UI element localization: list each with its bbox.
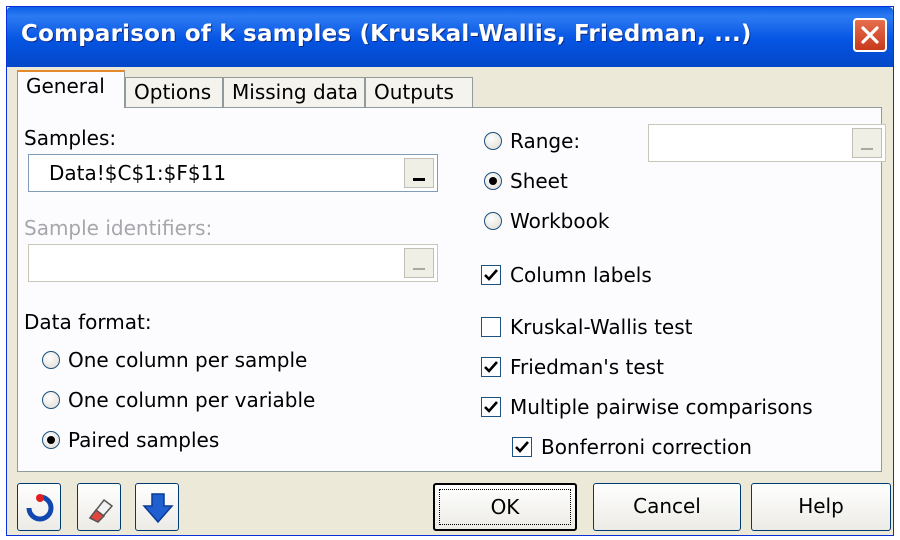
cancel-label: Cancel	[633, 494, 701, 518]
radio-one-column-per-variable[interactable]	[42, 391, 60, 409]
cancel-button[interactable]: Cancel	[593, 483, 741, 531]
eraser-icon	[88, 498, 114, 523]
checkmark-icon	[484, 269, 498, 281]
radio-workbook[interactable]	[484, 212, 502, 230]
checkmark-icon	[484, 361, 498, 373]
checkmark-icon	[484, 401, 498, 413]
checkbox-column-labels[interactable]	[481, 265, 501, 285]
clear-button[interactable]	[77, 483, 121, 531]
tab-outputs[interactable]: Outputs	[365, 77, 473, 107]
option-workbook: Workbook	[510, 209, 610, 233]
radio-one-column-per-sample[interactable]	[42, 351, 60, 369]
checkbox-friedman[interactable]	[481, 357, 501, 377]
collapse-button[interactable]	[135, 483, 179, 531]
ok-button[interactable]: OK	[433, 483, 577, 531]
tab-missing-data-label: Missing data	[232, 80, 358, 104]
dialog-window: Comparison of k samples (Kruskal-Wallis,…	[6, 6, 894, 536]
checkmark-icon	[515, 441, 529, 453]
multiple-pairwise-label: Multiple pairwise comparisons	[510, 395, 813, 419]
friedman-label: Friedman's test	[510, 355, 664, 379]
general-panel: Samples: Data!$C$1:$F$11 Sample identifi…	[17, 107, 886, 472]
title-bar[interactable]: Comparison of k samples (Kruskal-Wallis,…	[7, 7, 893, 67]
kruskal-wallis-label: Kruskal-Wallis test	[510, 315, 693, 339]
arrow-down-icon	[142, 493, 174, 524]
option-range: Range:	[510, 129, 581, 153]
tab-outputs-label: Outputs	[374, 80, 454, 104]
window-title: Comparison of k samples (Kruskal-Wallis,…	[21, 21, 752, 47]
samples-value: Data!$C$1:$F$11	[49, 161, 227, 185]
radio-paired-samples[interactable]	[42, 431, 60, 449]
sample-identifiers-select-button[interactable]	[404, 248, 434, 278]
close-button[interactable]	[853, 18, 887, 52]
help-label: Help	[798, 494, 844, 518]
radio-range[interactable]	[484, 132, 502, 150]
range-select-button[interactable]	[852, 128, 882, 158]
tab-options-label: Options	[134, 80, 212, 104]
column-labels-label: Column labels	[510, 263, 652, 287]
option-paired-samples: Paired samples	[68, 428, 220, 452]
samples-select-button[interactable]	[404, 158, 434, 188]
radio-sheet[interactable]	[484, 172, 502, 190]
sample-identifiers-label: Sample identifiers:	[24, 216, 213, 240]
samples-label: Samples:	[24, 126, 117, 150]
option-sheet: Sheet	[510, 169, 568, 193]
option-one-column-per-variable: One column per variable	[68, 388, 316, 412]
option-one-column-per-sample: One column per sample	[68, 348, 308, 372]
tab-general-label: General	[26, 74, 105, 98]
checkbox-bonferroni[interactable]	[512, 437, 532, 457]
sample-identifiers-field[interactable]	[28, 244, 438, 282]
close-icon	[861, 26, 879, 44]
checkbox-multiple-pairwise[interactable]	[481, 397, 501, 417]
checkbox-kruskal-wallis[interactable]	[481, 317, 501, 337]
bonferroni-label: Bonferroni correction	[541, 435, 752, 459]
data-format-label: Data format:	[24, 310, 152, 334]
reset-button[interactable]	[17, 483, 61, 531]
tab-general[interactable]: General	[17, 70, 125, 108]
samples-field[interactable]: Data!$C$1:$F$11	[28, 154, 438, 192]
help-button[interactable]: Help	[751, 483, 891, 531]
range-field[interactable]	[648, 124, 886, 162]
tab-options[interactable]: Options	[125, 77, 223, 107]
focus-rect	[439, 489, 571, 525]
reset-icon	[26, 494, 54, 522]
tab-missing-data[interactable]: Missing data	[223, 77, 365, 107]
